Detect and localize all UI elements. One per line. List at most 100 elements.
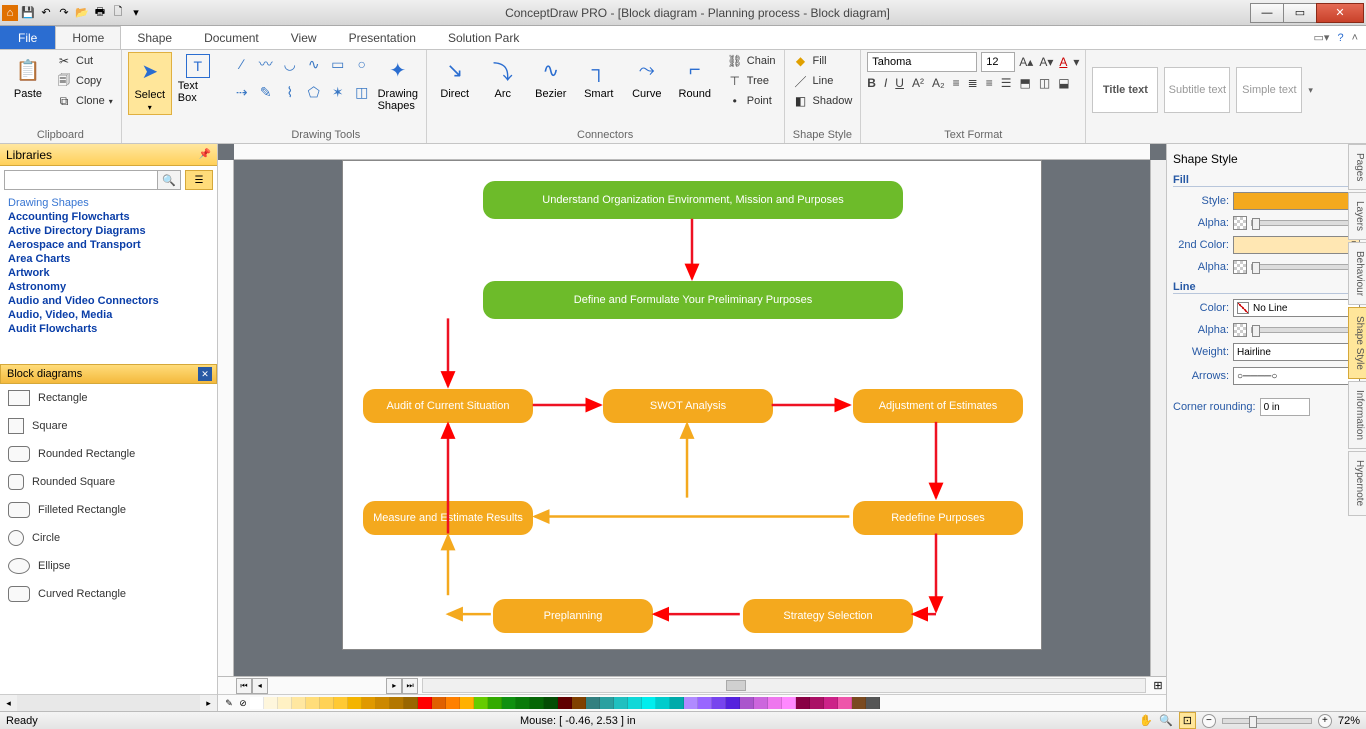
qat-print-icon[interactable]: 🖶 (92, 5, 108, 21)
arrows-select[interactable]: ○────○ (1233, 367, 1360, 385)
style-simple[interactable]: Simple text (1236, 67, 1302, 113)
vtab-hypernote[interactable]: Hypernote (1348, 451, 1366, 515)
connector-bezier[interactable]: ∿Bezier (529, 52, 573, 102)
italic-icon[interactable]: I (884, 76, 887, 90)
font-size-select[interactable] (981, 52, 1015, 72)
qat-open-icon[interactable]: 📂 (74, 5, 90, 21)
palette-swatch[interactable] (670, 697, 684, 709)
tree-item[interactable]: Area Charts (8, 252, 215, 266)
tree-item[interactable]: Drawing Shapes (8, 196, 215, 210)
library-hscroll[interactable]: ◂ ▸ (0, 694, 217, 711)
ellipse-tool-icon[interactable]: ○ (352, 52, 372, 76)
hand-tool-icon[interactable]: ✋ (1139, 714, 1153, 727)
palette-swatch[interactable] (796, 697, 810, 709)
tab-shape[interactable]: Shape (121, 26, 188, 49)
point-button[interactable]: •Point (725, 92, 778, 110)
tab-last-icon[interactable]: ⏭ (402, 678, 418, 694)
palette-swatch[interactable] (488, 697, 502, 709)
drawing-shapes-button[interactable]: ✦ Drawing Shapes (376, 52, 420, 114)
palette-swatch[interactable] (558, 697, 572, 709)
diagram-block[interactable]: Redefine Purposes (853, 501, 1023, 535)
arc-tool-icon[interactable]: ◡ (280, 52, 300, 76)
line-color-select[interactable]: No Line (1233, 299, 1360, 317)
palette-swatch[interactable] (362, 697, 376, 709)
palette-swatch[interactable] (530, 697, 544, 709)
eyedropper-icon[interactable]: ✎ (222, 697, 236, 709)
shape-rounded-rectangle[interactable]: Rounded Rectangle (0, 440, 217, 468)
palette-swatch[interactable] (460, 697, 474, 709)
page[interactable]: Understand Organization Environment, Mis… (342, 160, 1042, 650)
nocolor-icon[interactable]: ⊘ (236, 697, 250, 709)
valign-mid-icon[interactable]: ◫ (1039, 76, 1050, 90)
connector-arc[interactable]: ⤵Arc (481, 52, 525, 102)
palette-swatch[interactable] (474, 697, 488, 709)
style-subtitle[interactable]: Subtitle text (1164, 67, 1230, 113)
zoom-tool-icon[interactable]: 🔍 (1159, 714, 1173, 727)
palette-swatch[interactable] (824, 697, 838, 709)
line-button[interactable]: ／Line (791, 72, 855, 90)
star-tool-icon[interactable]: ✶ (328, 80, 348, 104)
palette-swatch[interactable] (656, 697, 670, 709)
close-button[interactable]: ✕ (1316, 3, 1364, 23)
diagram-block[interactable]: Strategy Selection (743, 599, 913, 633)
palette-swatch[interactable] (446, 697, 460, 709)
tab-presentation[interactable]: Presentation (333, 26, 432, 49)
diagram-block[interactable]: Adjustment of Estimates (853, 389, 1023, 423)
styles-more-icon[interactable]: ▾ (1308, 85, 1313, 96)
palette-swatch[interactable] (810, 697, 824, 709)
palette-swatch[interactable] (768, 697, 782, 709)
diagram-block[interactable]: Measure and Estimate Results (363, 501, 533, 535)
palette-swatch[interactable] (278, 697, 292, 709)
tab-next-icon[interactable]: ▸ (386, 678, 402, 694)
palette-swatch[interactable] (642, 697, 656, 709)
tree-item[interactable]: Aerospace and Transport (8, 238, 215, 252)
palette-swatch[interactable] (404, 697, 418, 709)
palette-swatch[interactable] (712, 697, 726, 709)
palette-swatch[interactable] (502, 697, 516, 709)
palette-swatch[interactable] (866, 697, 880, 709)
close-icon[interactable]: ✕ (198, 367, 212, 381)
search-input[interactable] (4, 170, 158, 190)
help-icon[interactable]: ? (1337, 32, 1343, 44)
select-tool[interactable]: ➤ Select ▾ (128, 52, 172, 115)
palette-swatch[interactable] (782, 697, 796, 709)
vtab-information[interactable]: Information (1348, 381, 1366, 449)
align-left-icon[interactable]: ≡ (953, 76, 960, 90)
style-title[interactable]: Title text (1092, 67, 1158, 113)
copy-button[interactable]: 🗐Copy (54, 72, 115, 90)
palette-swatch[interactable] (306, 697, 320, 709)
file-menu[interactable]: File (0, 26, 55, 49)
tree-item[interactable]: Artwork (8, 266, 215, 280)
font-family-select[interactable] (867, 52, 977, 72)
canvas[interactable]: Understand Organization Environment, Mis… (234, 160, 1150, 676)
tree-item[interactable]: Accounting Flowcharts (8, 210, 215, 224)
scroll-left-icon[interactable]: ◂ (0, 695, 17, 711)
polygon-tool-icon[interactable]: ⬠ (304, 80, 324, 104)
palette-swatch[interactable] (684, 697, 698, 709)
tab-prev-icon[interactable]: ◂ (252, 678, 268, 694)
tab-home[interactable]: Home (55, 26, 121, 49)
palette-swatch[interactable] (614, 697, 628, 709)
align-justify-icon[interactable]: ☰ (1001, 76, 1012, 90)
scroll-right-icon[interactable]: ▸ (200, 695, 217, 711)
palette-swatch[interactable] (376, 697, 390, 709)
qat-undo-icon[interactable]: ↶ (38, 5, 54, 21)
corner-rounding-input[interactable] (1260, 398, 1310, 416)
fill-button[interactable]: ◆Fill (791, 52, 855, 70)
connector-direct[interactable]: ↘Direct (433, 52, 477, 102)
palette-swatch[interactable] (418, 697, 432, 709)
chain-button[interactable]: ⛓Chain (725, 52, 778, 70)
rect-tool-icon[interactable]: ▭ (328, 52, 348, 76)
align-right-icon[interactable]: ≡ (986, 76, 993, 90)
tab-first-icon[interactable]: ⏮ (236, 678, 252, 694)
bold-icon[interactable]: B (867, 76, 876, 90)
palette-swatch[interactable] (334, 697, 348, 709)
window-list-icon[interactable]: ▭▾ (1314, 31, 1330, 44)
highlight-icon[interactable]: ▾ (1073, 55, 1079, 69)
second-color-swatch[interactable] (1233, 236, 1360, 254)
diagram-block[interactable]: Audit of Current Situation (363, 389, 533, 423)
fill-style-swatch[interactable] (1233, 192, 1360, 210)
shape-rounded-square[interactable]: Rounded Square (0, 468, 217, 496)
rounded-tool-icon[interactable]: ◫ (352, 80, 372, 104)
collapse-ribbon-icon[interactable]: ˄ (1352, 32, 1358, 44)
